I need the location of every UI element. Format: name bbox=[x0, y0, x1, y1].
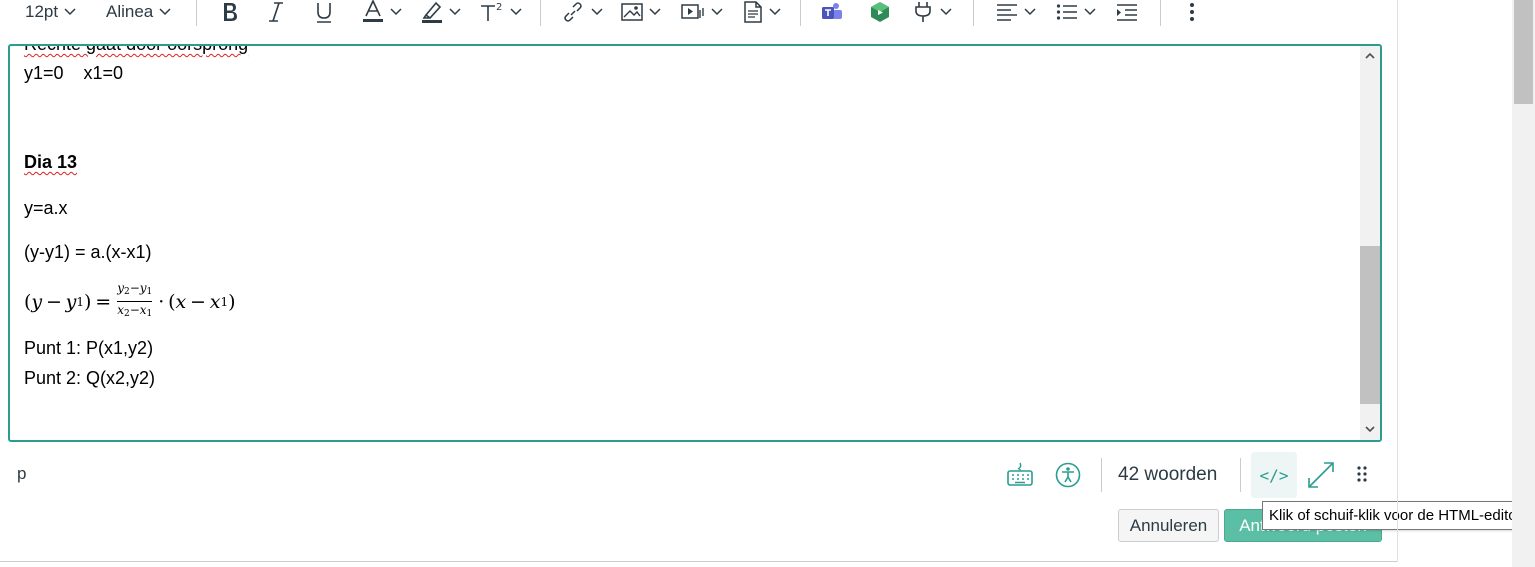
code-icon: </> bbox=[1259, 465, 1289, 485]
status-divider bbox=[1101, 458, 1102, 492]
rich-text-editor[interactable]: Rechte gaat door oorsprong y1=0 x1=0 Dia… bbox=[8, 44, 1382, 442]
plug-icon bbox=[915, 2, 931, 22]
superscript-icon: 2 bbox=[481, 2, 502, 21]
toolbar-divider bbox=[540, 0, 541, 26]
resize-handle[interactable] bbox=[1356, 465, 1368, 487]
word-count[interactable]: 42 woorden bbox=[1118, 464, 1217, 486]
fullscreen-icon bbox=[1308, 462, 1334, 488]
math-formula: (y − y 1) = y2−y1 x2−x1 · (x − x 1) bbox=[24, 281, 236, 320]
chevron-down-icon bbox=[159, 8, 171, 16]
chevron-down-icon bbox=[769, 8, 781, 16]
text-line: (y-y1) = a.(x-x1) bbox=[24, 242, 152, 262]
chevron-down-icon bbox=[649, 8, 661, 16]
more-options-button[interactable] bbox=[1188, 0, 1196, 24]
toolbar-divider bbox=[800, 0, 801, 26]
keyboard-icon bbox=[1007, 462, 1033, 486]
kebab-menu-icon bbox=[1190, 3, 1194, 21]
indent-button[interactable] bbox=[1116, 0, 1138, 24]
status-divider bbox=[1240, 458, 1241, 492]
block-format-dropdown[interactable]: Alinea bbox=[106, 0, 171, 24]
app-tool-button[interactable] bbox=[869, 0, 891, 24]
chevron-down-icon bbox=[591, 8, 603, 16]
block-format-value: Alinea bbox=[106, 2, 154, 21]
chevron-down-icon bbox=[1024, 8, 1036, 16]
bold-icon bbox=[224, 3, 237, 21]
font-size-value: 12pt bbox=[25, 2, 59, 21]
font-size-dropdown[interactable]: 12pt bbox=[25, 0, 76, 24]
section-heading: Dia 13 bbox=[24, 152, 77, 173]
bullet-list-icon bbox=[1056, 4, 1077, 20]
scroll-down-arrow-icon[interactable] bbox=[1364, 423, 1376, 435]
toolbar-divider bbox=[973, 0, 974, 26]
chevron-down-icon bbox=[940, 8, 952, 16]
text-color-icon bbox=[363, 0, 383, 22]
accessibility-checker-button[interactable] bbox=[1055, 462, 1081, 488]
chevron-down-icon bbox=[711, 8, 723, 16]
chevron-down-icon bbox=[390, 8, 402, 16]
document-button[interactable] bbox=[743, 0, 781, 24]
align-button[interactable] bbox=[996, 0, 1036, 24]
plugins-button[interactable] bbox=[912, 0, 952, 24]
drag-handle-icon bbox=[1357, 466, 1367, 482]
text-line: Rechte gaat door oorsprong bbox=[24, 44, 249, 54]
scroll-up-arrow-icon[interactable] bbox=[1364, 50, 1376, 62]
align-left-icon bbox=[997, 4, 1017, 21]
text-line: y1=0 x1=0 bbox=[24, 63, 124, 83]
italic-icon bbox=[269, 2, 283, 22]
fraction: y2−y1 x2−x1 bbox=[117, 281, 153, 319]
text-color-button[interactable] bbox=[362, 0, 402, 24]
bold-button[interactable] bbox=[220, 0, 240, 24]
media-icon bbox=[681, 4, 704, 19]
document-icon bbox=[744, 1, 762, 23]
fullscreen-button[interactable] bbox=[1306, 460, 1336, 490]
html-editor-toggle-button[interactable]: </> bbox=[1251, 452, 1297, 498]
teams-button[interactable] bbox=[821, 0, 843, 24]
accessibility-icon bbox=[1055, 462, 1081, 488]
highlight-color-button[interactable] bbox=[421, 0, 461, 24]
list-button[interactable] bbox=[1056, 0, 1096, 24]
text-line: Punt 1: P(x1,y2) bbox=[24, 338, 154, 358]
chevron-down-icon bbox=[510, 8, 522, 16]
keyboard-shortcuts-button[interactable] bbox=[1006, 462, 1034, 488]
heading-text: Dia 13 bbox=[24, 152, 78, 172]
green-app-icon bbox=[871, 2, 889, 22]
toolbar-divider bbox=[196, 0, 197, 26]
scrollbar-thumb[interactable] bbox=[1360, 246, 1380, 404]
toolbar-divider bbox=[1160, 0, 1161, 26]
divider bbox=[1397, 0, 1398, 562]
chevron-down-icon bbox=[449, 8, 461, 16]
page-scrollbar[interactable] bbox=[1512, 0, 1535, 567]
chevron-down-icon bbox=[1084, 8, 1096, 16]
cancel-button[interactable]: Annuleren bbox=[1118, 509, 1219, 542]
indent-icon bbox=[1117, 4, 1137, 21]
underline-button[interactable] bbox=[314, 0, 334, 24]
page-scrollbar-thumb[interactable] bbox=[1514, 0, 1533, 104]
chevron-down-icon bbox=[64, 8, 76, 16]
link-icon bbox=[564, 2, 582, 22]
editor-scrollbar[interactable] bbox=[1360, 46, 1380, 440]
italic-button[interactable] bbox=[266, 0, 286, 24]
media-button[interactable] bbox=[681, 0, 723, 24]
image-icon bbox=[621, 3, 643, 21]
editor-toolbar: 12pt Alinea 2 bbox=[0, 0, 1400, 26]
text-line: Punt 2: Q(x2,y2) bbox=[24, 368, 156, 388]
teams-icon bbox=[822, 3, 842, 19]
highlighter-icon bbox=[422, 1, 442, 23]
image-button[interactable] bbox=[621, 0, 661, 24]
superscript-button[interactable]: 2 bbox=[480, 0, 522, 24]
element-path[interactable]: p bbox=[17, 464, 26, 484]
underline-icon bbox=[317, 3, 331, 23]
link-button[interactable] bbox=[561, 0, 603, 24]
text-line: y=a.x bbox=[24, 198, 68, 218]
svg-text:2: 2 bbox=[496, 2, 502, 13]
divider bbox=[0, 561, 1397, 562]
